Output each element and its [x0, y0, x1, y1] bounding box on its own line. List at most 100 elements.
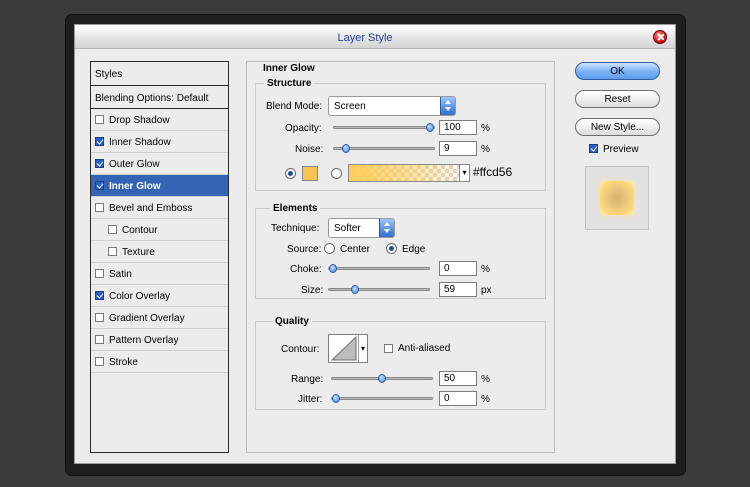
style-item-checkbox[interactable]	[95, 159, 104, 168]
style-item-label: Inner Shadow	[109, 137, 171, 148]
glow-color-swatch[interactable]	[302, 166, 318, 181]
elements-group: Elements Technique: Softer Source: Cente…	[255, 203, 546, 299]
technique-value: Softer	[334, 223, 361, 234]
choke-unit: %	[481, 264, 490, 275]
style-item-label: Bevel and Emboss	[109, 203, 193, 214]
style-preview	[585, 166, 649, 230]
contour-picker[interactable]: ▾	[328, 334, 368, 363]
jitter-slider-knob[interactable]	[332, 394, 340, 403]
opacity-slider[interactable]	[333, 123, 435, 132]
close-icon[interactable]	[653, 30, 667, 44]
title-bar: Layer Style	[75, 25, 675, 49]
style-item-stroke[interactable]: Stroke	[91, 351, 228, 373]
style-item-checkbox[interactable]	[108, 225, 117, 234]
source-center-radio[interactable]	[324, 243, 335, 254]
style-item-outer-glow[interactable]: Outer Glow	[91, 153, 228, 175]
preview-swatch	[600, 181, 634, 215]
ok-button[interactable]: OK	[575, 62, 660, 80]
source-label: Source:	[287, 244, 322, 255]
quality-group: Quality Contour: ▾ Anti-aliased Range: 5…	[255, 316, 546, 410]
dropdown-arrow-icon[interactable]: ▾	[459, 165, 469, 181]
source-edge-label: Edge	[402, 244, 426, 255]
style-item-gradient-overlay[interactable]: Gradient Overlay	[91, 307, 228, 329]
gradient-radio[interactable]	[331, 168, 342, 179]
blend-mode-value: Screen	[334, 101, 366, 112]
anti-aliased-checkbox[interactable]	[384, 344, 393, 353]
preview-checkbox[interactable]	[589, 144, 598, 153]
dropdown-arrow-icon[interactable]: ▾	[358, 335, 367, 362]
style-item-checkbox[interactable]	[108, 247, 117, 256]
jitter-field[interactable]: 0	[439, 391, 477, 406]
noise-slider[interactable]	[333, 144, 435, 153]
style-item-label: Satin	[109, 269, 132, 280]
styles-list: Styles Blending Options: Default Drop Sh…	[90, 61, 229, 453]
solid-color-radio[interactable]	[285, 168, 296, 179]
style-item-label: Color Overlay	[109, 291, 171, 302]
style-item-checkbox[interactable]	[95, 335, 104, 344]
style-item-inner-glow[interactable]: Inner Glow	[91, 175, 228, 197]
opacity-field[interactable]: 100	[439, 120, 477, 135]
style-item-checkbox[interactable]	[95, 313, 104, 322]
opacity-slider-knob[interactable]	[426, 123, 434, 132]
choke-slider-knob[interactable]	[329, 264, 337, 273]
choke-field[interactable]: 0	[439, 261, 477, 276]
style-item-pattern-overlay[interactable]: Pattern Overlay	[91, 329, 228, 351]
updown-arrow-icon	[440, 97, 455, 115]
style-item-label: Pattern Overlay	[109, 335, 179, 346]
range-slider-knob[interactable]	[378, 374, 386, 383]
style-item-drop-shadow[interactable]: Drop Shadow	[91, 109, 228, 131]
contour-curve-icon	[330, 335, 357, 361]
source-center-label: Center	[340, 244, 371, 255]
blending-options-item[interactable]: Blending Options: Default	[91, 86, 228, 109]
style-item-label: Inner Glow	[109, 181, 161, 192]
style-item-satin[interactable]: Satin	[91, 263, 228, 285]
style-item-checkbox[interactable]	[95, 115, 104, 124]
styles-header[interactable]: Styles	[91, 62, 228, 86]
noise-field[interactable]: 9	[439, 141, 477, 156]
style-item-color-overlay[interactable]: Color Overlay	[91, 285, 228, 307]
style-item-contour[interactable]: Contour	[91, 219, 228, 241]
jitter-unit: %	[481, 394, 490, 405]
inner-glow-panel: Inner Glow Structure Blend Mode: Screen …	[246, 61, 555, 453]
gradient-picker[interactable]: ▾	[348, 164, 470, 182]
range-unit: %	[481, 374, 490, 385]
size-slider[interactable]	[328, 285, 430, 294]
style-item-label: Contour	[122, 225, 158, 236]
preview-toggle[interactable]: Preview	[589, 144, 639, 155]
style-item-label: Stroke	[109, 357, 138, 368]
size-slider-knob[interactable]	[351, 285, 359, 294]
choke-slider[interactable]	[328, 264, 430, 273]
size-field[interactable]: 59	[439, 282, 477, 297]
style-item-checkbox[interactable]	[95, 203, 104, 212]
reset-button[interactable]: Reset	[575, 90, 660, 108]
range-slider[interactable]	[331, 374, 433, 383]
quality-legend: Quality	[272, 316, 312, 327]
jitter-label: Jitter:	[298, 394, 323, 405]
style-item-checkbox[interactable]	[95, 137, 104, 146]
source-edge-radio[interactable]	[386, 243, 397, 254]
anti-aliased-label: Anti-aliased	[398, 343, 451, 354]
style-item-checkbox[interactable]	[95, 181, 104, 190]
choke-label: Choke:	[290, 264, 322, 275]
blend-mode-select[interactable]: Screen	[328, 96, 456, 116]
new-style-button[interactable]: New Style...	[575, 118, 660, 136]
range-label: Range:	[291, 374, 324, 385]
style-item-checkbox[interactable]	[95, 291, 104, 300]
updown-arrow-icon	[379, 219, 394, 237]
style-item-checkbox[interactable]	[95, 357, 104, 366]
jitter-slider[interactable]	[331, 394, 433, 403]
style-item-label: Gradient Overlay	[109, 313, 185, 324]
style-item-label: Outer Glow	[109, 159, 160, 170]
panel-title: Inner Glow	[263, 63, 315, 74]
opacity-label: Opacity:	[285, 123, 322, 134]
range-field[interactable]: 50	[439, 371, 477, 386]
noise-unit: %	[481, 144, 490, 155]
style-item-texture[interactable]: Texture	[91, 241, 228, 263]
style-item-checkbox[interactable]	[95, 269, 104, 278]
elements-legend: Elements	[270, 203, 321, 214]
noise-slider-knob[interactable]	[342, 144, 350, 153]
layer-style-dialog: Layer Style Styles Blending Options: Def…	[74, 24, 676, 464]
style-item-bevel-and-emboss[interactable]: Bevel and Emboss	[91, 197, 228, 219]
technique-select[interactable]: Softer	[328, 218, 395, 238]
style-item-inner-shadow[interactable]: Inner Shadow	[91, 131, 228, 153]
